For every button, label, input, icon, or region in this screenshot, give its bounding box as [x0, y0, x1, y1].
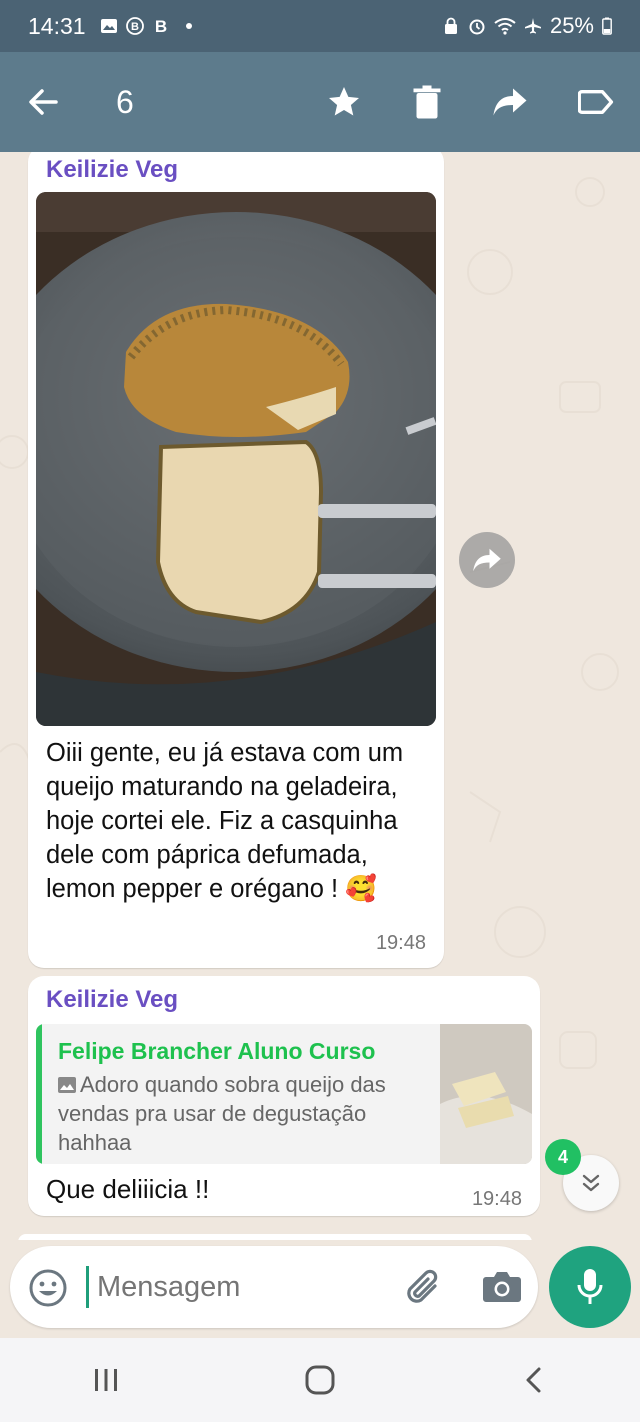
home-icon[interactable] [304, 1364, 336, 1396]
message-photo[interactable] [36, 192, 436, 726]
quote-accent-bar [36, 1024, 42, 1164]
star-icon[interactable] [326, 84, 362, 120]
status-bar: 14:31 B B 25% [0, 0, 640, 52]
attach-icon[interactable] [402, 1266, 446, 1308]
quote-author: Felipe Brancher Aluno Curso [58, 1038, 376, 1064]
chat-area[interactable]: Keilizie Veg Oiii gente, eu já estava co… [0, 152, 640, 1240]
back-arrow-icon[interactable] [26, 85, 60, 119]
selection-toolbar: 6 [0, 52, 640, 152]
svg-text:B: B [131, 21, 139, 33]
nav-back-icon[interactable] [519, 1365, 549, 1395]
battery-icon [602, 17, 612, 35]
svg-text:B: B [154, 17, 166, 35]
photo-icon [58, 1077, 76, 1093]
alarm-icon [469, 19, 485, 35]
lock-alarm-icon [444, 17, 457, 34]
message-bubble-photo[interactable]: Keilizie Veg Oiii gente, eu já estava co… [28, 152, 444, 968]
trash-icon[interactable] [412, 84, 442, 120]
message-composer [10, 1246, 538, 1328]
forward-message-button[interactable] [459, 532, 515, 588]
unread-count-badge: 4 [545, 1139, 581, 1175]
b-app-notification-icon: B [154, 17, 166, 35]
camera-icon[interactable] [482, 1268, 522, 1304]
message-time: 19:48 [471, 1188, 522, 1210]
message-time: 19:48 [375, 932, 426, 954]
system-navigation-bar [0, 1338, 640, 1422]
battery-percentage: 25% [549, 13, 594, 38]
message-bubble-reply[interactable]: Keilizie Veg Felipe Brancher Aluno Curso… [28, 976, 540, 1216]
chevron-double-down-icon [582, 1174, 600, 1192]
status-time: 14:31 [28, 12, 86, 39]
gallery-notification-icon [100, 19, 117, 33]
quote-text-content: Adoro quando sobra queijo das vendas pra… [58, 1072, 386, 1155]
message-text: Oiii gente, eu já estava com um queijo m… [46, 739, 404, 903]
quoted-message[interactable]: Felipe Brancher Aluno Curso Adoro quando… [36, 1024, 532, 1164]
message-sender: Keilizie Veg [46, 986, 179, 1013]
recent-apps-icon[interactable] [91, 1365, 121, 1395]
quote-thumbnail [440, 1024, 532, 1164]
label-icon[interactable] [578, 88, 614, 116]
mic-icon [577, 1269, 603, 1304]
airplane-mode-icon [524, 18, 541, 34]
forward-icon [473, 548, 501, 572]
emoji-icon[interactable] [28, 1268, 68, 1308]
more-notifications-dot-icon [185, 23, 192, 29]
b-circle-notification-icon: B [125, 17, 144, 35]
quote-text: Adoro quando sobra queijo das vendas pra… [58, 1070, 438, 1157]
selected-count: 6 [116, 83, 134, 120]
message-sender: Keilizie Veg [46, 156, 179, 183]
message-text: Que deliiicia !! [46, 1174, 210, 1204]
voice-message-button[interactable] [549, 1246, 631, 1328]
forward-icon[interactable] [492, 86, 528, 118]
wifi-icon [494, 18, 516, 35]
message-input[interactable] [86, 1266, 397, 1308]
